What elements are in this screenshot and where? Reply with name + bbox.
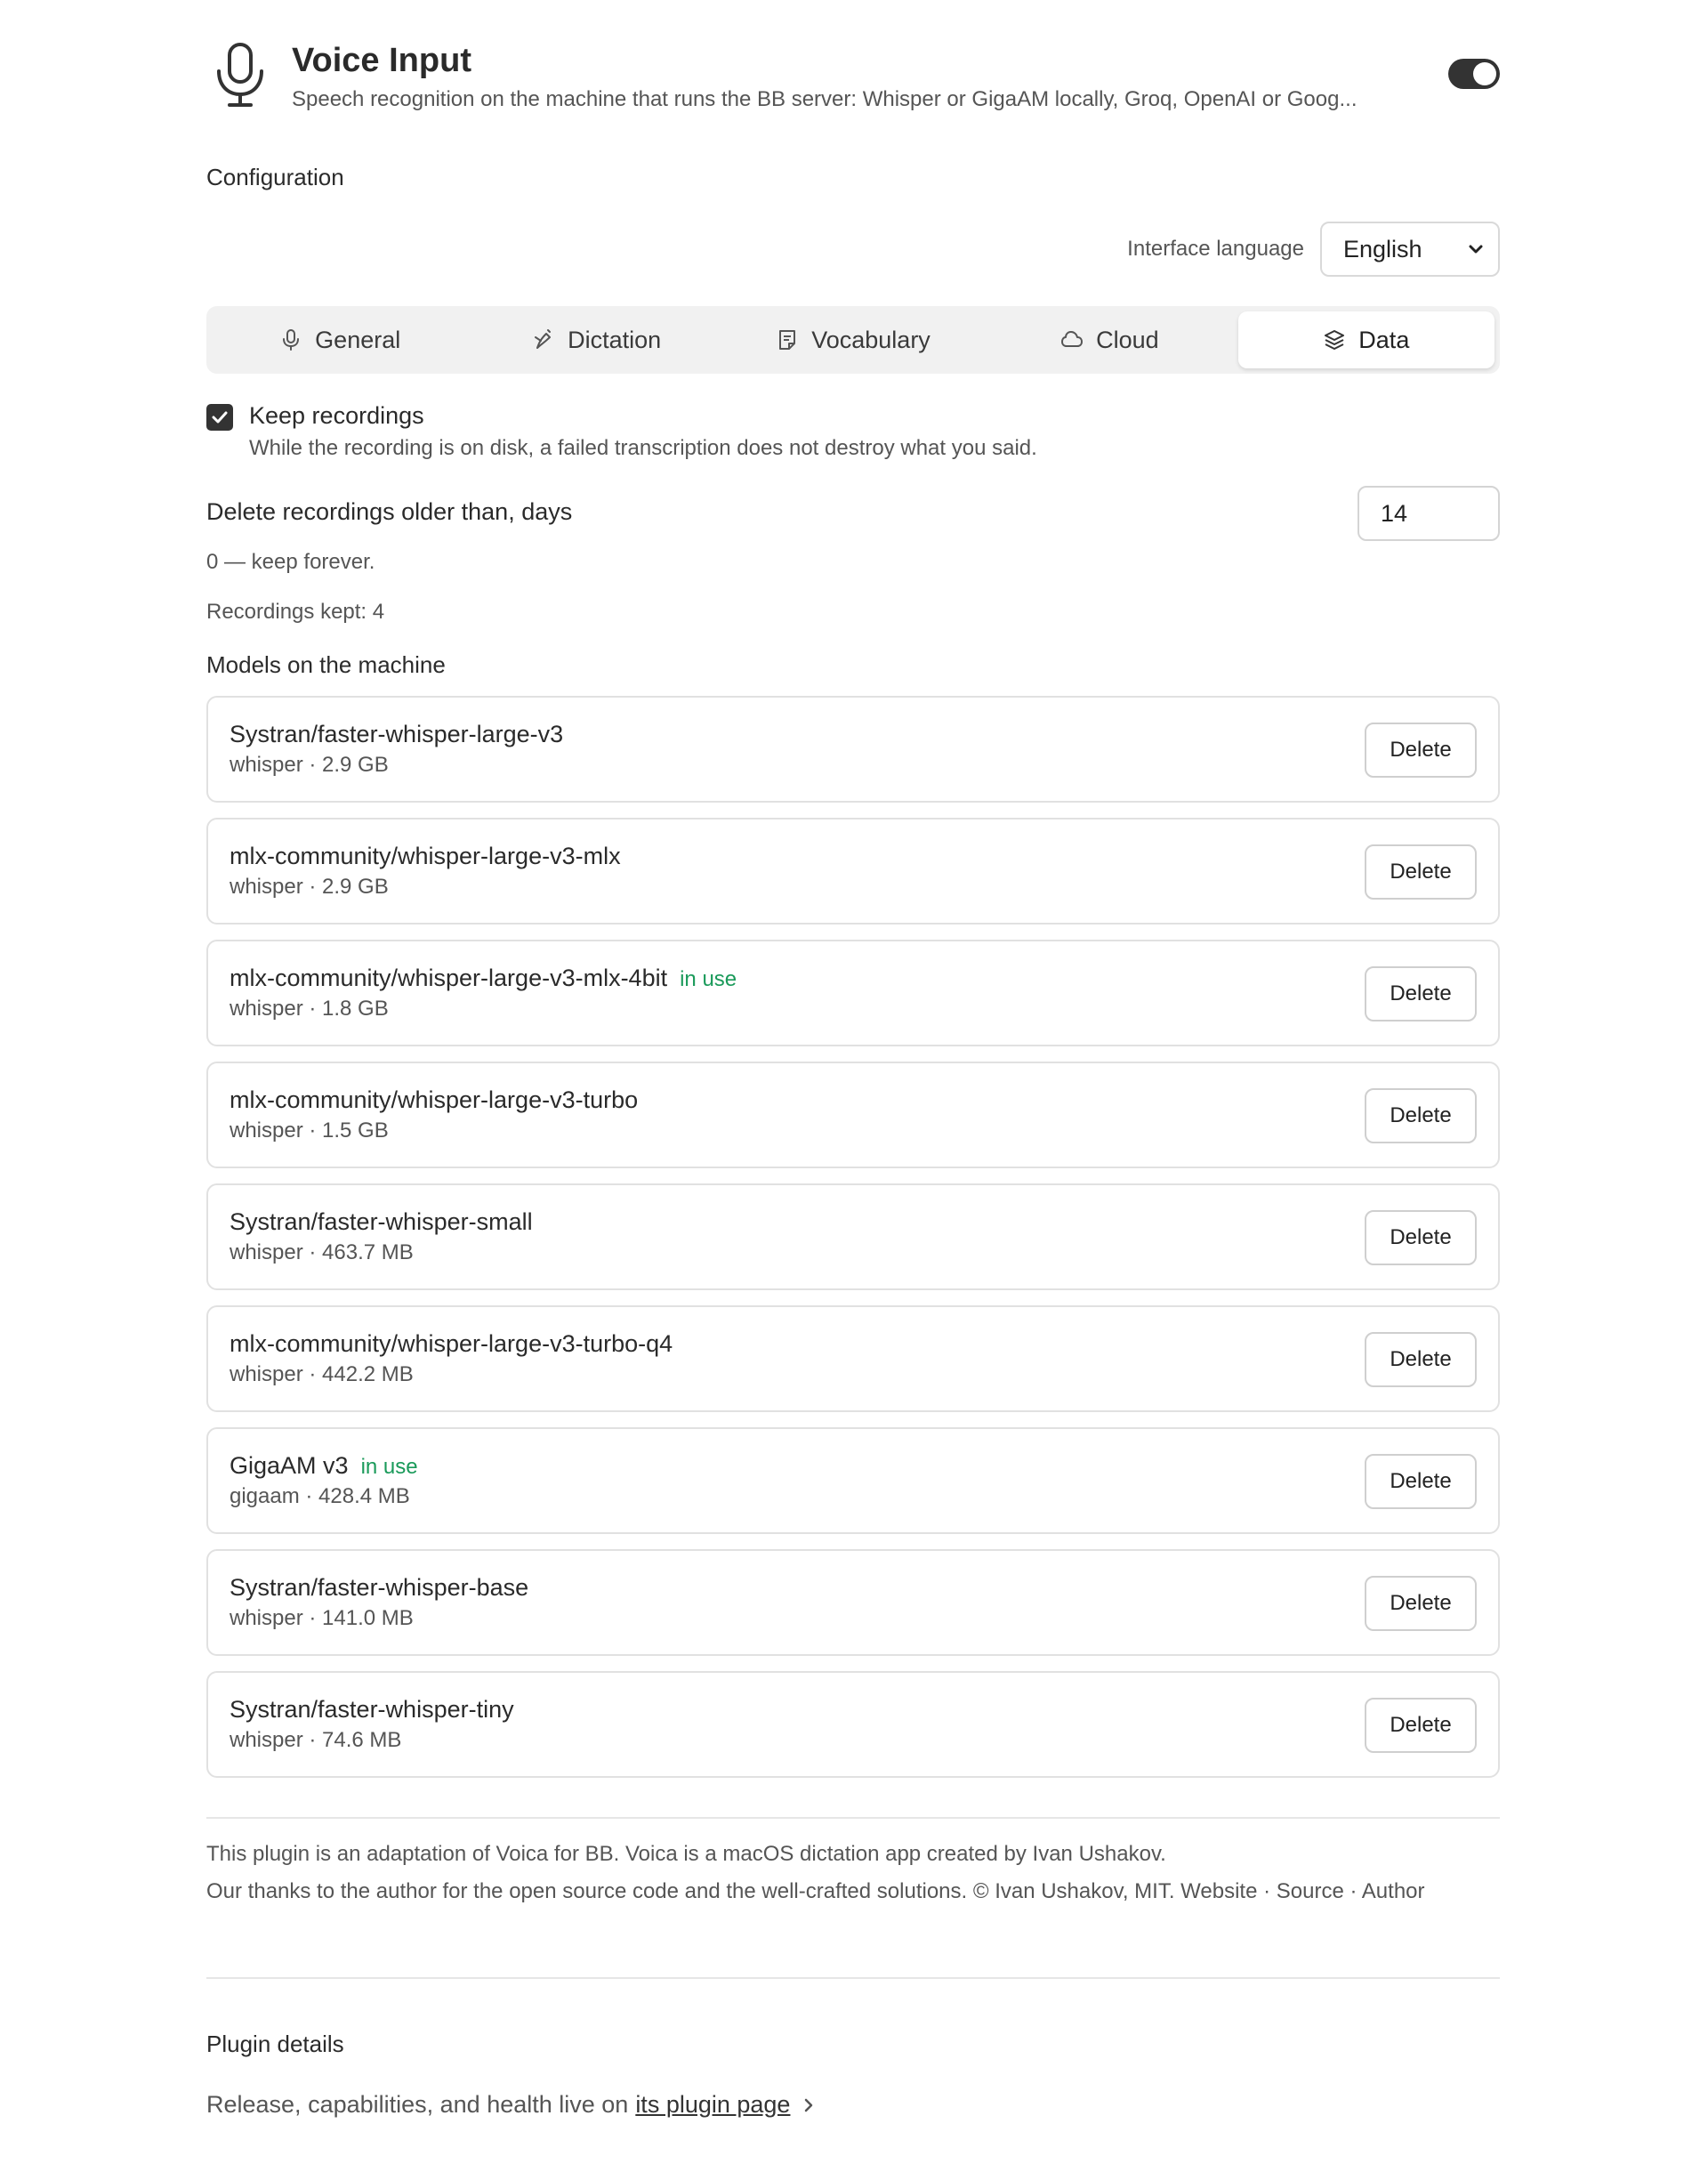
tab-data[interactable]: Data <box>1237 311 1495 368</box>
details-divider <box>206 1977 1500 1979</box>
tab-label: Dictation <box>568 326 662 353</box>
plugin-page-link[interactable]: its plugin page <box>635 2091 790 2119</box>
credit-line: This plugin is an adaptation of Voica fo… <box>206 1842 1166 1866</box>
model-card: Systran/faster-whisper-large-v3 whisper … <box>206 696 1500 803</box>
settings-page: Voice Input Speech recognition on the ma… <box>0 0 1708 2164</box>
tab-general[interactable]: General <box>212 311 468 368</box>
model-name: Systran/faster-whisper-small <box>230 1208 533 1235</box>
language-select-value: English <box>1343 235 1422 262</box>
delete-model-button[interactable]: Delete <box>1365 1088 1477 1143</box>
model-card: GigaAM v3 in use gigaam · 428.4 MB Delete <box>206 1427 1500 1534</box>
model-card: Systran/faster-whisper-small whisper · 4… <box>206 1183 1500 1290</box>
model-name: GigaAM v3 in use <box>230 1452 418 1479</box>
model-meta: whisper · 442.2 MB <box>230 1362 414 1386</box>
plugin-details-text: Release, capabilities, and health live o… <box>206 2091 817 2119</box>
model-name: mlx-community/whisper-large-v3-mlx-4bit i… <box>230 965 737 991</box>
model-meta: whisper · 2.9 GB <box>230 875 389 899</box>
model-meta: whisper · 1.8 GB <box>230 997 389 1021</box>
tab-vocabulary[interactable]: Vocabulary <box>725 311 981 368</box>
delete-model-button[interactable]: Delete <box>1365 1698 1477 1753</box>
note-icon <box>779 330 796 350</box>
model-card: mlx-community/whisper-large-v3-mlx whisp… <box>206 818 1500 925</box>
mic-icon <box>283 329 300 351</box>
tab-label: Cloud <box>1096 326 1159 353</box>
model-card: mlx-community/whisper-large-v3-mlx-4bit i… <box>206 940 1500 1046</box>
tab-dictation[interactable]: Dictation <box>468 311 724 368</box>
tab-label: Data <box>1358 326 1410 353</box>
models-list: Systran/faster-whisper-large-v3 whisper … <box>206 696 1500 1793</box>
model-name: Systran/faster-whisper-tiny <box>230 1696 514 1723</box>
keep-recordings-description: While the recording is on disk, a failed… <box>249 436 1037 460</box>
keep-forever-hint: 0 — keep forever. <box>206 550 375 574</box>
layers-icon <box>1325 330 1345 350</box>
page-subtitle: Speech recognition on the machine that r… <box>292 87 1358 111</box>
model-card: Systran/faster-whisper-base whisper · 14… <box>206 1549 1500 1656</box>
model-card: mlx-community/whisper-large-v3-turbo-q4 … <box>206 1305 1500 1412</box>
in-use-badge: in use <box>680 967 737 991</box>
language-row: Interface language English <box>1127 221 1500 278</box>
delete-model-button[interactable]: Delete <box>1365 844 1477 900</box>
keep-recordings-label: Keep recordings <box>249 402 424 429</box>
tab-label: Vocabulary <box>811 326 931 353</box>
checkmark-icon <box>212 411 228 424</box>
recordings-kept-count: Recordings kept: 4 <box>206 600 385 624</box>
model-meta: whisper · 141.0 MB <box>230 1606 414 1630</box>
tab-cloud[interactable]: Cloud <box>981 311 1237 368</box>
model-meta: gigaam · 428.4 MB <box>230 1484 410 1508</box>
plugin-details-desc: Release, capabilities, and health live o… <box>206 2091 629 2118</box>
language-select[interactable]: English <box>1320 222 1500 277</box>
microphone-icon <box>217 43 263 107</box>
model-card: mlx-community/whisper-large-v3-turbo whi… <box>206 1062 1500 1168</box>
delete-days-input[interactable]: 14 <box>1358 486 1500 541</box>
delete-model-button[interactable]: Delete <box>1365 1332 1477 1387</box>
model-name: mlx-community/whisper-large-v3-turbo <box>230 1086 639 1113</box>
model-meta: whisper · 1.5 GB <box>230 1118 389 1143</box>
model-card: Systran/faster-whisper-tiny whisper · 74… <box>206 1671 1500 1778</box>
plugin-enabled-toggle[interactable] <box>1448 59 1500 89</box>
plugin-header: Voice Input Speech recognition on the ma… <box>206 0 1500 149</box>
chevron-right-icon <box>805 2098 813 2112</box>
footer-divider <box>206 1817 1500 1819</box>
model-name: Systran/faster-whisper-base <box>230 1574 529 1601</box>
model-name: mlx-community/whisper-large-v3-turbo-q4 <box>230 1330 673 1357</box>
model-meta: whisper · 2.9 GB <box>230 753 389 777</box>
page-title: Voice Input <box>292 42 471 79</box>
models-heading: Models on the machine <box>206 651 446 678</box>
dictation-icon <box>535 329 552 349</box>
keep-recordings-checkbox[interactable] <box>206 404 233 431</box>
cloud-icon <box>1061 331 1084 347</box>
plugin-details-heading: Plugin details <box>206 2031 344 2057</box>
delete-model-button[interactable]: Delete <box>1365 1454 1477 1509</box>
delete-model-button[interactable]: Delete <box>1365 723 1477 778</box>
model-meta: whisper · 74.6 MB <box>230 1728 402 1752</box>
model-name: mlx-community/whisper-large-v3-mlx <box>230 843 621 869</box>
model-name: Systran/faster-whisper-large-v3 <box>230 721 564 747</box>
delete-model-button[interactable]: Delete <box>1365 1576 1477 1631</box>
model-meta: whisper · 463.7 MB <box>230 1240 414 1264</box>
plugin-settings: Voice Input Speech recognition on the ma… <box>206 0 1500 2118</box>
delete-model-button[interactable]: Delete <box>1365 1210 1477 1265</box>
thanks-line: Our thanks to the author for the open so… <box>206 1879 1425 1903</box>
chevron-down-icon <box>1469 245 1483 254</box>
configuration-heading: Configuration <box>206 164 344 190</box>
tab-bar: General Dictation Vocabulary Cloud Data <box>206 306 1500 374</box>
tab-label: General <box>315 326 401 353</box>
in-use-badge: in use <box>360 1455 418 1479</box>
language-label: Interface language <box>1127 237 1304 261</box>
delete-model-button[interactable]: Delete <box>1365 966 1477 1021</box>
delete-older-label: Delete recordings older than, days <box>206 498 573 525</box>
